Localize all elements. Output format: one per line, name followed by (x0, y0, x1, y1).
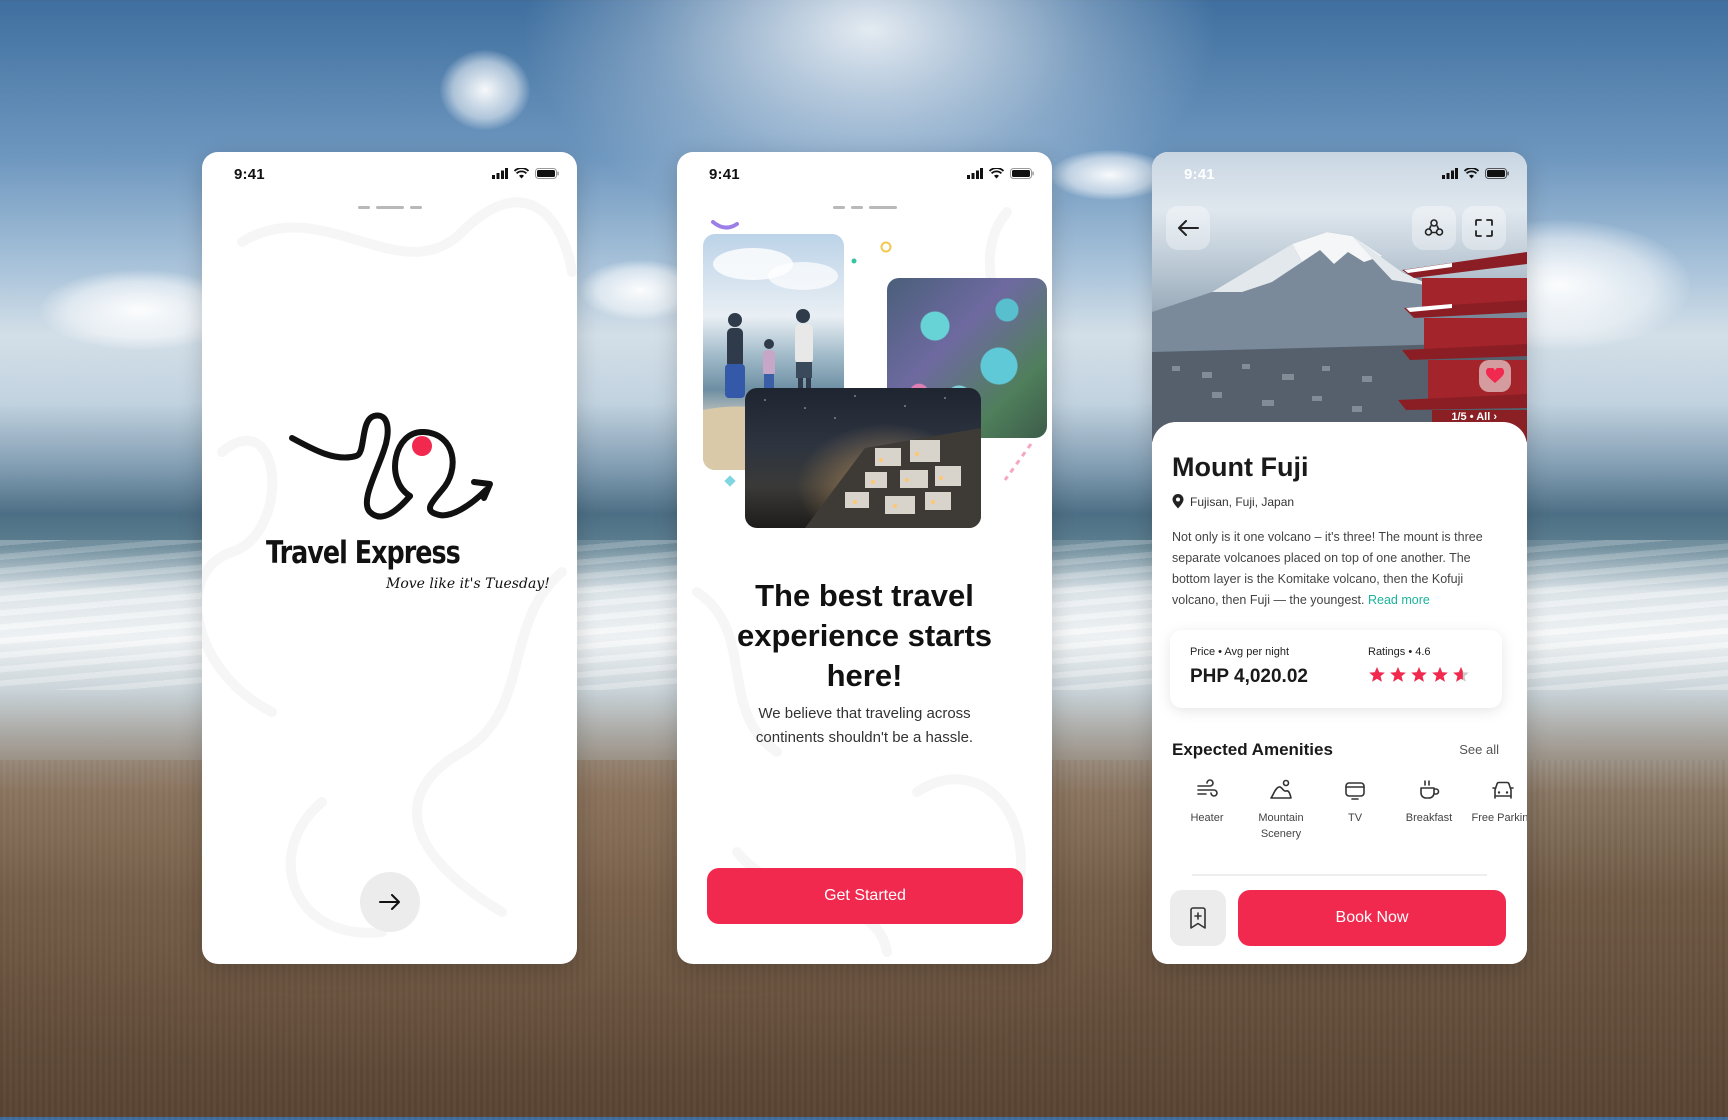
star-icon (1432, 667, 1448, 682)
tv-icon (1345, 782, 1365, 800)
divider (1192, 874, 1487, 876)
car-icon (1492, 781, 1514, 799)
arrow-right-icon (379, 894, 400, 910)
onboarding-headline: The best travel experience starts here! (736, 578, 993, 693)
read-more-link[interactable]: Read more (1368, 593, 1430, 607)
status-bar: 9:41 (1152, 152, 1527, 196)
confetti-arc-icon (711, 220, 739, 230)
amenities-list: Heater Mountain Scenery TV Breakfast Fre… (1152, 778, 1527, 858)
price-rating-card: Price • Avg per night PHP 4,020.02 Ratin… (1170, 630, 1502, 708)
mountain-icon (1270, 779, 1292, 799)
brand-name: Travel Express (266, 535, 461, 571)
amenity-heater[interactable]: Heater (1170, 778, 1244, 826)
confetti-ring-icon (880, 241, 892, 253)
location-dot-icon (412, 436, 432, 456)
see-all-link[interactable]: See all (1459, 742, 1499, 757)
status-time: 9:41 (234, 166, 265, 183)
status-bar: 9:41 (677, 152, 1052, 196)
amenity-breakfast[interactable]: Breakfast (1392, 778, 1466, 826)
confetti-dot-icon (851, 258, 857, 264)
location-pin-icon (1172, 494, 1184, 509)
location-text: Fujisan, Fuji, Japan (1190, 494, 1295, 509)
favorite-button[interactable] (1479, 360, 1511, 392)
amenity-tv[interactable]: TV (1318, 778, 1392, 826)
status-time: 9:41 (709, 166, 740, 183)
page-indicator (832, 206, 897, 209)
amenity-label: Heater (1190, 812, 1224, 824)
destination-detail-screen: 9:41 1/5 • All › Mount Fuji Fujisan, Fuj… (1152, 152, 1527, 964)
price-label: Price • Avg per night (1190, 646, 1290, 658)
star-icon (1411, 667, 1427, 682)
amenity-free-parking[interactable]: Free Parking (1466, 778, 1527, 826)
onboarding-subtext: We believe that traveling across contine… (755, 705, 974, 746)
price-value: PHP 4,020.02 (1190, 666, 1308, 687)
night-village-photo (745, 388, 981, 528)
amenity-label: TV (1347, 812, 1363, 824)
star-icon (1390, 667, 1406, 682)
wifi-icon (514, 168, 529, 179)
signal-icon (492, 168, 508, 179)
splash-screen: 9:41 Travel Express Move like it's Tuesd… (202, 152, 577, 964)
heart-icon (1486, 368, 1504, 383)
share-button[interactable] (1412, 206, 1456, 250)
place-title: Mount Fuji (1172, 452, 1309, 482)
battery-icon (535, 168, 559, 179)
expand-icon (1475, 219, 1493, 237)
signal-icon (1442, 168, 1458, 179)
wifi-icon (989, 168, 1004, 179)
amenity-label: Free Parking (1471, 812, 1528, 824)
signal-icon (967, 168, 983, 179)
confetti-diamond-icon (724, 475, 736, 487)
place-location: Fujisan, Fuji, Japan (1172, 494, 1294, 509)
book-now-button[interactable]: Book Now (1238, 890, 1506, 946)
amenity-mountain-scenery[interactable]: Mountain Scenery (1244, 778, 1318, 842)
bookmark-button[interactable] (1170, 890, 1226, 946)
fullscreen-button[interactable] (1462, 206, 1506, 250)
battery-icon (1010, 168, 1034, 179)
page-indicator (357, 206, 422, 209)
confetti-dash-icon (1003, 443, 1033, 481)
onboarding-screen: 9:41 The best travel experience starts h… (677, 152, 1052, 964)
amenities-title: Expected Amenities (1172, 740, 1333, 759)
detail-sheet: Mount Fuji Fujisan, Fuji, Japan Not only… (1152, 422, 1527, 964)
place-description: Not only is it one volcano – it's three!… (1172, 527, 1509, 611)
photo-collage (697, 220, 1047, 540)
share-icon (1424, 219, 1444, 236)
arrow-left-icon (1178, 220, 1199, 236)
status-bar: 9:41 (202, 152, 577, 196)
amenity-label: Mountain Scenery (1258, 812, 1304, 840)
status-time: 9:41 (1184, 166, 1215, 183)
next-button[interactable] (360, 872, 420, 932)
coffee-cup-icon (1420, 780, 1440, 799)
travel-express-logo (289, 412, 493, 520)
wifi-icon (1464, 168, 1479, 179)
ratings-label: Ratings • 4.6 (1368, 646, 1431, 658)
star-icon (1369, 667, 1385, 682)
get-started-button[interactable]: Get Started (707, 868, 1023, 924)
back-button[interactable] (1166, 206, 1210, 250)
amenity-label: Breakfast (1405, 812, 1453, 824)
description-text: Not only is it one volcano – it's three!… (1172, 530, 1483, 607)
wind-icon (1197, 779, 1218, 797)
star-icon (1453, 667, 1469, 682)
bookmark-add-icon (1190, 907, 1206, 929)
rating-stars (1368, 666, 1470, 683)
brand-tagline: Move like it's Tuesday! (386, 576, 550, 592)
battery-icon (1485, 168, 1509, 179)
